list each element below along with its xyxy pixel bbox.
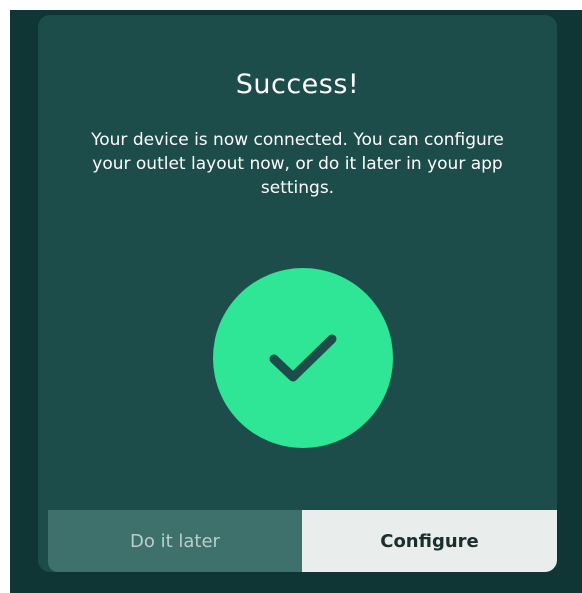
- checkmark-icon: [269, 334, 337, 382]
- dialog-message: Your device is now connected. You can co…: [91, 130, 504, 198]
- dialog-actions: Do it later Configure: [48, 510, 557, 572]
- dialog-title: Success!: [235, 69, 360, 100]
- do-it-later-button[interactable]: Do it later: [48, 510, 302, 572]
- configure-button[interactable]: Configure: [302, 510, 557, 572]
- success-dialog: Success! Your device is now connected. Y…: [38, 15, 557, 572]
- success-indicator: [213, 268, 393, 448]
